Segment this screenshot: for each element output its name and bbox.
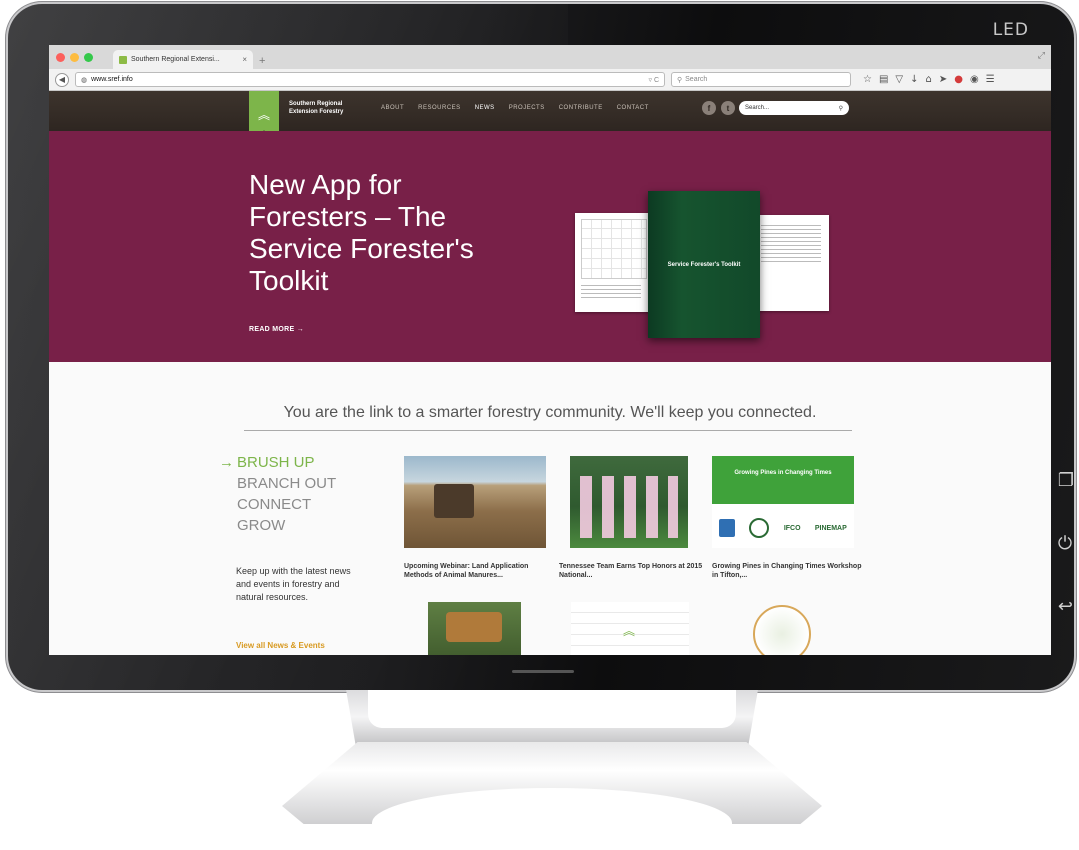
sref-logo-icon: ︽ xyxy=(623,624,636,638)
search-icon[interactable]: ⚲ xyxy=(839,105,843,112)
news-card-title[interactable]: Upcoming Webinar: Land Application Metho… xyxy=(404,562,544,580)
news-image-sign[interactable] xyxy=(428,602,521,655)
text-lines xyxy=(761,225,821,265)
url-text: www.sref.info xyxy=(91,76,133,83)
intro-text: Keep up with the latest news and events … xyxy=(236,566,351,602)
topic-item-brush-up[interactable]: → BRUSH UP xyxy=(219,452,336,473)
news-image-tractor[interactable] xyxy=(404,456,546,548)
main-nav: ABOUT RESOURCES NEWS PROJECTS CONTRIBUTE… xyxy=(381,105,649,111)
app-screenshot-right xyxy=(755,215,829,311)
monitor-mockup: LED ❐ ⏻ ↩ Southern Regional Extensi... ×… xyxy=(0,0,1079,850)
reading-list-icon[interactable]: ▤ xyxy=(879,74,888,85)
zoom-window-button[interactable] xyxy=(84,53,93,62)
nav-item-news[interactable]: NEWS xyxy=(475,105,495,111)
monitor-bottom-slot xyxy=(512,670,574,673)
text-lines xyxy=(581,285,641,301)
news-image-seal[interactable] xyxy=(753,605,811,655)
twitter-icon[interactable]: t xyxy=(721,101,735,115)
pinemap-logo-icon xyxy=(719,519,736,537)
fullscreen-icon[interactable]: ⤢ xyxy=(1038,50,1045,61)
pines-banner: Growing Pines in Changing Times xyxy=(712,456,854,504)
topic-item-branch-out[interactable]: BRANCH OUT xyxy=(219,473,336,494)
bookmark-star-icon[interactable]: ☆ xyxy=(863,74,872,85)
tree-chevron-icon: ︽ xyxy=(257,107,270,122)
browser-search-placeholder: Search xyxy=(685,76,708,83)
news-card-title[interactable]: Tennessee Team Earns Top Honors at 2015 … xyxy=(559,562,709,580)
power-icon[interactable]: ⏻ xyxy=(1058,533,1074,554)
globe-icon: ◍ xyxy=(81,76,88,84)
close-tab-icon[interactable]: × xyxy=(242,55,247,64)
site-search-placeholder: Search... xyxy=(745,105,770,111)
social-links: f t xyxy=(702,101,735,115)
menu-icon[interactable]: ☰ xyxy=(986,74,995,85)
toolkit-book-cover[interactable]: Service Forester's Toolkit xyxy=(648,191,760,338)
news-card-title[interactable]: Growing Pines in Changing Times Workshop… xyxy=(712,562,862,580)
news-image-pines[interactable]: Growing Pines in Changing Times IFCO PIN… xyxy=(712,456,854,548)
topic-menu: → BRUSH UP BRANCH OUT CONNECT GROW xyxy=(219,452,336,536)
topic-item-connect[interactable]: CONNECT xyxy=(219,494,336,515)
news-image-team[interactable] xyxy=(570,456,688,548)
window-icon[interactable]: ❐ xyxy=(1058,470,1074,491)
back-icon[interactable]: ↩ xyxy=(1058,596,1074,617)
download-icon[interactable]: ↓ xyxy=(910,74,918,85)
nav-item-contribute[interactable]: CONTRIBUTE xyxy=(559,105,603,111)
nav-item-about[interactable]: ABOUT xyxy=(381,105,404,111)
pocket-icon[interactable]: ▽ xyxy=(895,74,903,85)
site-header: ︽ Southern Regional Extension Forestry A… xyxy=(49,91,1051,137)
nav-item-resources[interactable]: RESOURCES xyxy=(418,105,461,111)
search-icon: ⚲ xyxy=(677,76,683,84)
pinemap-logo-text: PINEMAP xyxy=(814,524,847,532)
favicon-icon xyxy=(119,55,127,64)
browser-toolbar-icons: ☆ ▤ ▽ ↓ ⌂ ➤ ● ◉ ☰ xyxy=(863,74,995,85)
hero-banner: New App for Foresters – The Service Fore… xyxy=(49,131,1051,362)
read-more-link[interactable]: READ MORE → xyxy=(249,326,304,333)
pinterest-icon[interactable]: ● xyxy=(954,74,963,85)
browser-search-field[interactable]: ⚲ Search xyxy=(671,72,851,87)
hero-title[interactable]: New App for Foresters – The Service Fore… xyxy=(249,169,489,297)
ifco-logo-text: IFCO xyxy=(783,524,801,532)
window-controls xyxy=(56,53,93,62)
monitor-side-buttons: ❐ ⏻ ↩ xyxy=(1058,470,1074,617)
browser-toolbar: ◀ ◍ www.sref.info ▿ C ⚲ Search ☆ ▤ ▽ ↓ ⌂… xyxy=(49,69,1051,91)
news-image-partners[interactable]: ︽ xyxy=(571,602,689,655)
tab-title: Southern Regional Extensi... xyxy=(131,56,220,63)
address-bar[interactable]: ◍ www.sref.info ▿ C xyxy=(75,72,665,87)
close-window-button[interactable] xyxy=(56,53,65,62)
chat-icon[interactable]: ◉ xyxy=(970,74,979,85)
browser-tab-bar: Southern Regional Extensi... × + ⤢ xyxy=(49,45,1051,69)
browser-tab[interactable]: Southern Regional Extensi... × xyxy=(113,50,253,69)
arrow-right-icon: → xyxy=(219,454,234,471)
back-button[interactable]: ◀ xyxy=(55,72,69,87)
home-icon[interactable]: ⌂ xyxy=(926,74,932,85)
send-icon[interactable]: ➤ xyxy=(939,74,947,85)
monitor-brand-label: LED xyxy=(992,20,1029,40)
minimize-window-button[interactable] xyxy=(70,53,79,62)
facebook-icon[interactable]: f xyxy=(702,101,716,115)
monitor-screen: Southern Regional Extensi... × + ⤢ ◀ ◍ w… xyxy=(49,45,1051,655)
site-name[interactable]: Southern Regional Extension Forestry xyxy=(289,100,359,116)
monitor-stand-arch xyxy=(372,788,732,850)
section-divider xyxy=(244,430,852,431)
nav-item-projects[interactable]: PROJECTS xyxy=(509,105,545,111)
ifco-logo-icon xyxy=(749,518,770,538)
nav-item-contact[interactable]: CONTACT xyxy=(617,105,649,111)
topic-item-grow[interactable]: GROW xyxy=(219,515,336,536)
app-screenshot-left xyxy=(575,213,653,312)
partner-logos: IFCO PINEMAP xyxy=(712,508,854,548)
view-all-news-link[interactable]: View all News & Events xyxy=(236,641,325,650)
reload-icon[interactable]: ▿ C xyxy=(648,76,659,84)
monitor-stand-cutout xyxy=(368,690,736,728)
new-tab-button[interactable]: + xyxy=(253,55,271,69)
tagline: You are the link to a smarter forestry c… xyxy=(283,404,817,421)
chart-thumbnail xyxy=(581,219,647,279)
site-search-input[interactable]: Search... ⚲ xyxy=(739,101,849,115)
